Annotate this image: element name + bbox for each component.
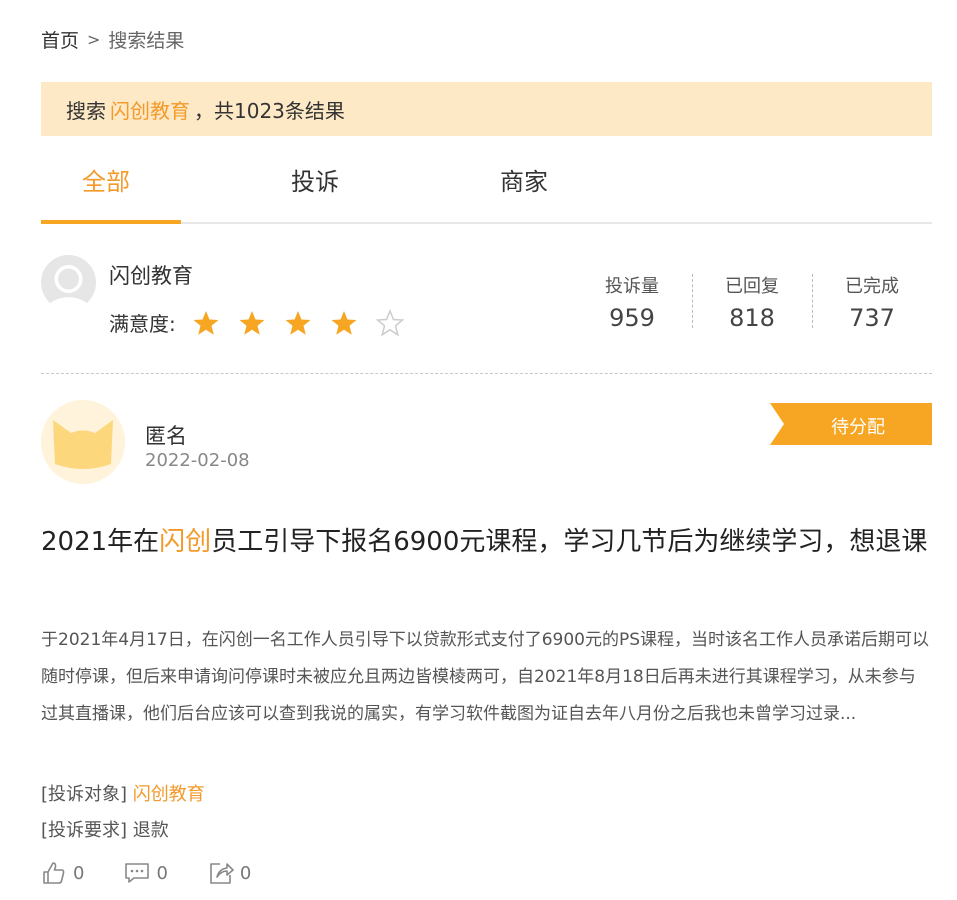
tab-all[interactable]: 全部 [82,162,130,197]
star-empty-icon [375,308,404,336]
status-badge: 待分配 [770,403,932,445]
search-keyword: 闪创教育 [110,98,190,123]
merchant-avatar [41,255,96,310]
result-tabs: 全部 投诉 商家 [41,150,932,224]
demand-value: 退款 [132,820,169,841]
demand-label: [投诉要求] [41,820,128,841]
like-button[interactable]: 0 [41,860,84,886]
stat-replied: 已回复 818 [692,272,812,332]
merchant-stats: 投诉量 959 已回复 818 已完成 737 [572,272,932,332]
stat-label: 已回复 [725,276,779,297]
author-name: 匿名 [145,424,187,448]
merchant-card[interactable]: 闪创教育 满意度: 投诉量 959 已回复 818 已完成 737 [41,250,932,374]
stat-label: 投诉量 [605,276,659,297]
target-merchant-link[interactable]: 闪创教育 [133,784,205,805]
star-filled-icon [193,310,219,335]
star-filled-icon [239,310,265,335]
active-tab-indicator [41,220,181,224]
complaint-demand: [投诉要求] 退款 [41,816,169,842]
breadcrumb-separator: > [87,30,101,49]
share-count: 0 [239,862,252,884]
like-count: 0 [73,862,85,884]
comment-count: 0 [156,862,168,884]
merchant-satisfaction: 满意度: [109,308,404,337]
target-label: [投诉对象] [41,784,128,805]
complaint-body: 于2021年4月17日，在闪创一名工作人员引导下以贷款形式支付了6900元的PS… [41,630,930,724]
post-date: 2022-02-08 [145,450,250,471]
cat-avatar-icon [41,400,125,484]
search-result-count: ，共1023条结果 [194,98,345,123]
complaint-title[interactable]: 2021年在闪创员工引导下报名6900元课程，学习几节后为继续学习，想退课 [41,518,932,566]
stat-label: 已完成 [845,276,899,297]
merchant-name[interactable]: 闪创教育 [109,260,193,290]
tab-complaints[interactable]: 投诉 [291,162,339,197]
comment-icon [125,863,150,883]
share-icon [210,863,234,884]
post-actions: 0 0 0 [41,860,251,886]
default-avatar-icon [41,255,96,310]
share-button[interactable]: 0 [208,860,251,886]
status-text: 待分配 [831,417,885,438]
tab-merchants[interactable]: 商家 [500,162,548,197]
title-highlight: 闪创 [159,527,212,557]
search-result-banner: 搜索 闪创教育 ，共1023条结果 [41,82,932,136]
stat-value: 959 [609,304,655,332]
stat-complaints: 投诉量 959 [572,272,692,332]
title-prefix: 2021年在 [41,527,160,557]
stat-value: 737 [849,304,895,332]
complaint-target: [投诉对象] 闪创教育 [41,780,205,806]
title-suffix: 员工引导下报名6900元课程，学习几节后为继续学习，想退课 [211,527,928,557]
stat-completed: 已完成 737 [812,272,932,332]
stat-value: 818 [729,304,775,332]
thumbs-up-icon [43,862,65,884]
breadcrumb-home-link[interactable]: 首页 [41,26,79,53]
search-prefix: 搜索 [66,98,106,123]
breadcrumb-current: 搜索结果 [108,30,185,52]
comment-button[interactable]: 0 [124,860,168,886]
satisfaction-label: 满意度: [109,312,176,336]
breadcrumb: 首页 > 搜索结果 [41,26,184,53]
star-filled-icon [331,310,357,335]
user-avatar [41,400,125,484]
satisfaction-stars [192,308,404,337]
star-filled-icon [285,310,311,335]
